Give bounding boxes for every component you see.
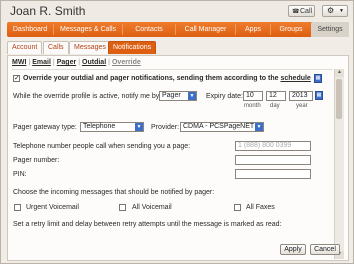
scroll-up-icon[interactable]: ▲ [335, 69, 344, 77]
tab-account[interactable]: Account [7, 41, 43, 54]
all-voicemail-label: All Voicemail [132, 204, 172, 211]
settings-menu-button[interactable]: ⚙ ▼ [322, 5, 348, 17]
date-picker-icon[interactable]: ▦ [315, 91, 323, 100]
cancel-button[interactable]: Cancel [310, 244, 340, 255]
messages-label: Choose the incoming messages that should… [13, 189, 215, 196]
tab-notifications[interactable]: Notifications [108, 41, 157, 54]
notify-label: While the override profile is active, no… [13, 93, 162, 100]
pager-number-input[interactable] [235, 155, 311, 165]
pin-input[interactable] [235, 169, 311, 179]
gear-icon: ⚙ [327, 6, 335, 15]
expiry-year-input[interactable]: 2013 [289, 91, 313, 101]
phone-label: Telephone number people call when sendin… [13, 143, 191, 150]
scroll-thumb[interactable] [336, 79, 342, 119]
apply-button[interactable]: Apply [280, 244, 306, 255]
nav-groups[interactable]: Groups [271, 22, 311, 37]
notification-links: MWI | Email | Pager | Outdial | Override [12, 59, 141, 66]
link-pager[interactable]: Pager [57, 59, 76, 66]
tab-calls[interactable]: Calls [43, 41, 69, 54]
urgent-voicemail-label: Urgent Voicemail [26, 204, 79, 211]
main-nav: Dashboard Messages & Calls Contacts Call… [7, 22, 349, 37]
main-window: Joan R. Smith ☎ Call ⚙ ▼ Dashboard Messa… [0, 0, 354, 264]
expiry-day-input[interactable]: 12 [266, 91, 286, 101]
nav-contacts[interactable]: Contacts [123, 22, 175, 37]
calendar-icon[interactable]: ▦ [314, 74, 322, 83]
gateway-label: Pager gateway type: [13, 124, 77, 131]
all-faxes-checkbox[interactable] [234, 204, 241, 211]
schedule-link[interactable]: schedule [280, 75, 310, 82]
pager-number-label: Pager number: [13, 157, 60, 164]
provider-label: Provider: [151, 124, 180, 131]
call-label: Call [300, 8, 313, 15]
divider [12, 69, 332, 70]
call-button[interactable]: ☎ Call [288, 5, 315, 17]
tab-messages[interactable]: Messages [69, 41, 111, 54]
panel-scrollbar[interactable]: ▲ ▼ [334, 69, 344, 259]
provider-select[interactable]: CDMA - PCSPageNET ▼ [180, 122, 264, 132]
link-outdial[interactable]: Outdial [82, 59, 106, 66]
expiry-label: Expiry date: [206, 93, 243, 100]
nav-messages-calls[interactable]: Messages & Calls [54, 22, 122, 37]
phone-input[interactable]: 1 (888) 800 0399 [235, 141, 311, 151]
override-checkbox[interactable] [13, 74, 20, 82]
year-caption: year [296, 103, 308, 109]
urgent-voicemail-checkbox[interactable] [14, 204, 21, 211]
notify-method-select[interactable]: Pager ▼ [159, 91, 197, 101]
window-title: Joan R. Smith [10, 4, 86, 18]
phone-icon: ☎ [292, 9, 300, 15]
month-caption: month [244, 103, 261, 109]
title-bar: Joan R. Smith ☎ Call ⚙ ▼ [1, 1, 353, 21]
chevron-down-icon: ▼ [135, 123, 143, 131]
link-email[interactable]: Email [32, 59, 51, 66]
nav-settings[interactable]: Settings [311, 22, 349, 37]
nav-apps[interactable]: Apps [236, 22, 270, 37]
all-voicemail-checkbox[interactable] [119, 204, 126, 211]
pin-label: PIN: [13, 171, 27, 178]
day-caption: day [270, 103, 280, 109]
settings-tabs: Account Calls Messages Notifications [7, 37, 349, 55]
nav-call-manager[interactable]: Call Manager [176, 22, 235, 37]
notifications-panel: MWI|Email|Pager|Outdial|Override ▲ ▼ Ove… [7, 55, 349, 261]
gateway-type-select[interactable]: Telephone ▼ [80, 122, 144, 132]
chevron-down-icon: ▼ [188, 92, 196, 100]
all-faxes-label: All Faxes [246, 204, 275, 211]
chevron-down-icon: ▼ [255, 123, 263, 131]
override-label: Override your outdial and pager notifica… [23, 75, 281, 82]
chevron-down-icon: ▼ [339, 8, 344, 14]
nav-dashboard[interactable]: Dashboard [7, 22, 53, 37]
retry-label: Set a retry limit and delay between retr… [13, 221, 282, 228]
expiry-month-input[interactable]: 10 [243, 91, 263, 101]
link-mwi[interactable]: MWI [12, 59, 26, 66]
link-override[interactable]: Override [112, 59, 141, 66]
